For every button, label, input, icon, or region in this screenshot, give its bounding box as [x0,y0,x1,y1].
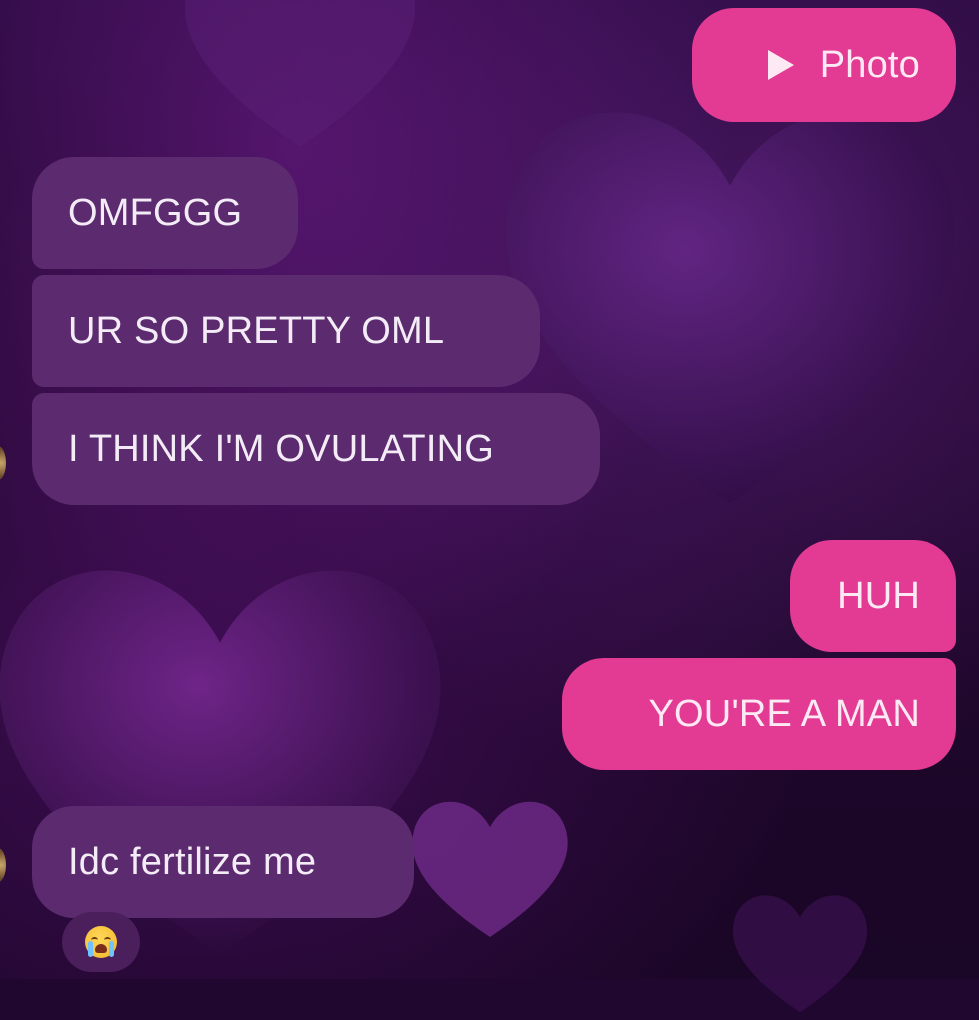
message-bubble-outgoing[interactable]: HUH [790,540,956,652]
message-text: Photo [819,43,920,86]
crying-face-icon [85,926,117,958]
message-bubble-incoming[interactable]: Idc fertilize me [32,806,414,918]
message-bubble-incoming[interactable]: I THINK I'M OVULATING [32,393,600,505]
play-icon [767,50,794,80]
message-bubble-outgoing[interactable]: YOU'RE A MAN [562,658,956,770]
message-text: Idc fertilize me [68,840,317,883]
message-text: UR SO PRETTY OML [68,309,445,352]
message-bubble-incoming[interactable]: UR SO PRETTY OML [32,275,540,387]
message-text: OMFGGG [68,191,243,234]
message-text: I THINK I'M OVULATING [68,427,494,470]
message-text: YOU'RE A MAN [648,692,920,735]
message-bubble-outgoing[interactable]: Photo [692,8,956,122]
message-bubble-incoming[interactable]: OMFGGG [32,157,298,269]
message-text: HUH [837,574,920,617]
message-reaction[interactable] [62,912,140,972]
